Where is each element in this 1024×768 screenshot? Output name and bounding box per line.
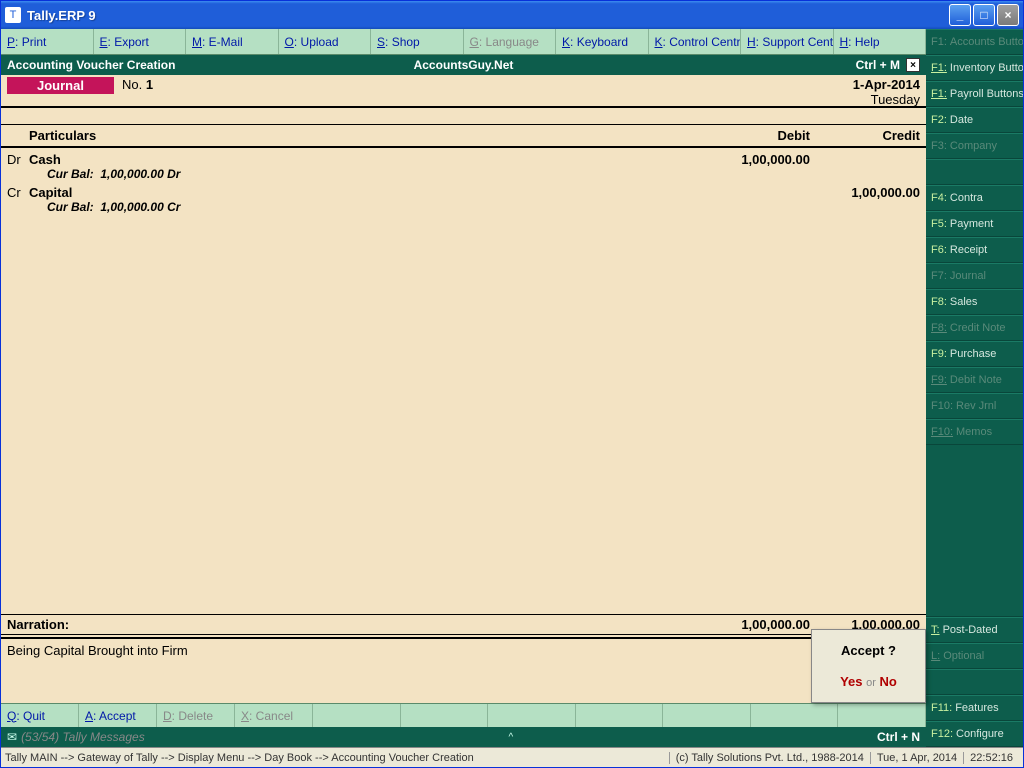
narration-label: Narration: <box>7 617 700 632</box>
menu-export[interactable]: E: Export <box>94 29 187 54</box>
sidebar-memos: F10: Memos <box>926 419 1023 445</box>
total-debit: 1,00,000.00 <box>700 617 810 632</box>
sidebar-date[interactable]: F2: Date <box>926 107 1023 133</box>
msgbar-shortcut: Ctrl + N <box>877 730 920 744</box>
sidebar-receipt[interactable]: F6: Receipt <box>926 237 1023 263</box>
accept-or: or <box>866 677 876 689</box>
sidebar-blank <box>926 159 1023 185</box>
menu-support-centre[interactable]: H: Support Centre <box>741 29 834 54</box>
msg-count: (53/54) <box>21 730 59 744</box>
sidebar-inventory-buttons[interactable]: F1: Inventory Buttons <box>926 55 1023 81</box>
accept-yes[interactable]: Yes <box>840 674 862 689</box>
sidebar-accounts-buttons: F1: Accounts Buttons <box>926 29 1023 55</box>
voucher-sub: Journal No. 1 1-Apr-2014 Tuesday <box>1 75 926 107</box>
titlebar[interactable]: T Tally.ERP 9 _ □ × <box>1 1 1023 29</box>
voucher-day: Tuesday <box>853 92 920 107</box>
sidebar-configure[interactable]: F12: Configure <box>926 721 1023 747</box>
minimize-button[interactable]: _ <box>949 4 971 26</box>
menu-language: G: Language <box>464 29 557 54</box>
voucher-no: 1 <box>146 77 153 92</box>
col-credit: Credit <box>810 128 920 143</box>
status-time: 22:52:16 <box>963 752 1019 764</box>
breadcrumb-path: Tally MAIN --> Gateway of Tally --> Disp… <box>5 752 669 764</box>
voucher-head-center: AccountsGuy.Net <box>311 58 615 72</box>
voucher-head: Accounting Voucher Creation AccountsGuy.… <box>1 55 926 75</box>
grid-rows: DrCash1,00,000.00Cur Bal: 1,00,000.00 Dr… <box>1 148 926 614</box>
menu-help[interactable]: H: Help <box>834 29 927 54</box>
sidebar-credit-note: F8: Credit Note <box>926 315 1023 341</box>
sidebar-company: F3: Company <box>926 133 1023 159</box>
bottom-cancel: X: Cancel <box>235 704 313 727</box>
bottombar: Q: QuitA: AcceptD: DeleteX: Cancel <box>1 703 926 727</box>
menu-keyboard[interactable]: K: Keyboard <box>556 29 649 54</box>
copyright: (c) Tally Solutions Pvt. Ltd., 1988-2014 <box>669 752 870 764</box>
bottom-accept[interactable]: A: Accept <box>79 704 157 727</box>
sidebar-debit-note: F9: Debit Note <box>926 367 1023 393</box>
grid-header: Particulars Debit Credit <box>1 125 926 148</box>
menu-print[interactable]: P: Print <box>1 29 94 54</box>
col-particulars: Particulars <box>7 128 700 143</box>
narration-block: Being Capital Brought into Firm Accept ?… <box>1 638 926 703</box>
voucher-type-chip: Journal <box>7 77 114 94</box>
menubar: P: PrintE: ExportM: E-MailO: UploadS: Sh… <box>1 29 926 55</box>
envelope-icon: ✉ <box>7 730 17 744</box>
voucher-close-icon[interactable]: × <box>906 58 920 72</box>
expand-up-icon[interactable]: ^ <box>145 732 877 743</box>
sidebar-purchase[interactable]: F9: Purchase <box>926 341 1023 367</box>
accept-title: Accept ? <box>841 643 896 658</box>
voucher-no-label: No. <box>122 77 142 92</box>
sidebar-optional: L: Optional <box>926 643 1023 669</box>
sidebar-sales[interactable]: F8: Sales <box>926 289 1023 315</box>
voucher-head-shortcut: Ctrl + M <box>856 58 900 72</box>
sidebar-rev-jrnl: F10: Rev Jrnl <box>926 393 1023 419</box>
sidebar: F1: Accounts ButtonsF1: Inventory Button… <box>926 29 1023 747</box>
sidebar-payroll-buttons[interactable]: F1: Payroll Buttons <box>926 81 1023 107</box>
bottom-quit[interactable]: Q: Quit <box>1 704 79 727</box>
status-date: Tue, 1 Apr, 2014 <box>870 752 963 764</box>
voucher-date: 1-Apr-2014 <box>853 77 920 92</box>
totals-line: Narration: 1,00,000.00 1,00,000.00 <box>1 614 926 638</box>
menu-shop[interactable]: S: Shop <box>371 29 464 54</box>
window-title: Tally.ERP 9 <box>27 8 949 23</box>
ledger-row[interactable]: CrCapital1,00,000.00 <box>7 185 920 200</box>
msg-label: Tally Messages <box>62 730 144 744</box>
ledger-row[interactable]: DrCash1,00,000.00 <box>7 152 920 167</box>
bottom-delete: D: Delete <box>157 704 235 727</box>
accept-no[interactable]: No <box>880 674 897 689</box>
app-icon: T <box>5 7 21 23</box>
msgbar[interactable]: ✉ (53/54) Tally Messages ^ Ctrl + N <box>1 727 926 747</box>
close-button[interactable]: × <box>997 4 1019 26</box>
current-balance: Cur Bal: 1,00,000.00 Cr <box>47 200 920 214</box>
accept-popup: Accept ? Yes or No <box>811 629 926 703</box>
sidebar-blank <box>926 669 1023 695</box>
sidebar-payment[interactable]: F5: Payment <box>926 211 1023 237</box>
menu-e-mail[interactable]: M: E-Mail <box>186 29 279 54</box>
menu-upload[interactable]: O: Upload <box>279 29 372 54</box>
breadcrumb-bar: Tally MAIN --> Gateway of Tally --> Disp… <box>1 747 1023 767</box>
sidebar-contra[interactable]: F4: Contra <box>926 185 1023 211</box>
col-debit: Debit <box>700 128 810 143</box>
menu-control-centre[interactable]: K: Control Centre <box>649 29 742 54</box>
voucher-head-left: Accounting Voucher Creation <box>7 58 311 72</box>
current-balance: Cur Bal: 1,00,000.00 Dr <box>47 167 920 181</box>
sidebar-features[interactable]: F11: Features <box>926 695 1023 721</box>
narration-text[interactable]: Being Capital Brought into Firm <box>7 643 920 699</box>
sidebar-journal: F7: Journal <box>926 263 1023 289</box>
sidebar-post-dated[interactable]: T: Post-Dated <box>926 617 1023 643</box>
maximize-button[interactable]: □ <box>973 4 995 26</box>
